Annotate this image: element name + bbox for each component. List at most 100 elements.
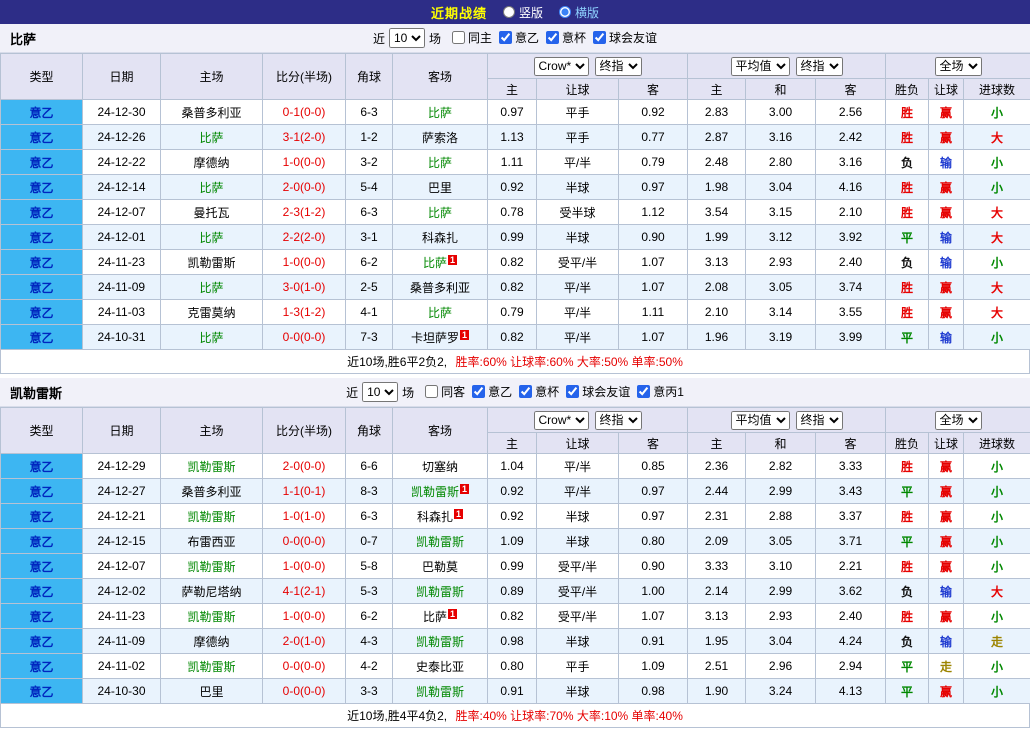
match-row: 意乙24-11-23凯勒雷斯1-0(0-0)6-2比萨10.82受平/半1.07…	[1, 250, 1030, 275]
filter-checkbox-input[interactable]	[566, 385, 579, 398]
handicap-stage-select[interactable]: 终指	[595, 411, 642, 430]
league-cell: 意乙	[1, 225, 83, 250]
fulltime-select[interactable]: 全场	[935, 57, 982, 76]
europe-stage-select[interactable]: 终指	[796, 57, 843, 76]
avg-away-odds: 3.62	[816, 579, 886, 604]
handicap-home-odds: 0.99	[488, 554, 537, 579]
avg-draw-odds: 3.15	[746, 200, 816, 225]
filter-checkbox[interactable]: 球会友谊	[566, 383, 630, 400]
team-name: 凯勒雷斯	[187, 256, 235, 270]
result-goals: 小	[964, 479, 1030, 504]
recent-count-select[interactable]: 10	[389, 28, 425, 48]
team-name: 摩德纳	[193, 635, 229, 649]
date-cell: 24-12-07	[83, 200, 161, 225]
result-goals: 大	[964, 275, 1030, 300]
handicap-stage-select[interactable]: 终指	[595, 57, 642, 76]
avg-away-odds: 2.56	[816, 100, 886, 125]
date-cell: 24-12-14	[83, 175, 161, 200]
average-select[interactable]: 平均值	[731, 411, 790, 430]
layout-radio-horizontal[interactable]: 横版	[559, 4, 599, 21]
result-outcome: 平	[886, 654, 929, 679]
league-cell: 意乙	[1, 125, 83, 150]
summary-bar: 近10场,胜4平4负2, 胜率:40% 让球率:70% 大率:10% 单率:40…	[0, 704, 1030, 728]
corners-cell: 6-3	[346, 200, 393, 225]
filter-checkbox-label: 意乙	[515, 29, 539, 46]
match-row: 意乙24-12-27桑普多利亚1-1(0-1)8-3凯勒雷斯10.92平/半0.…	[1, 479, 1030, 504]
score-cell: 3-0(1-0)	[263, 275, 346, 300]
avg-home-odds: 3.13	[688, 604, 746, 629]
recent-count-select[interactable]: 10	[362, 382, 398, 402]
filter-checkbox[interactable]: 同主	[452, 29, 492, 46]
league-cell: 意乙	[1, 654, 83, 679]
red-card-badge: 1	[460, 330, 469, 340]
team-name: 切塞纳	[422, 460, 458, 474]
near-label: 近	[346, 384, 358, 401]
filter-checkbox-input[interactable]	[546, 31, 559, 44]
home-team-cell: 比萨	[161, 325, 263, 350]
filter-checkbox-input[interactable]	[637, 385, 650, 398]
team-name: 摩德纳	[193, 156, 229, 170]
handicap-line: 平/半	[537, 150, 619, 175]
filter-checkbox[interactable]: 意乙	[472, 383, 512, 400]
filter-checkbox[interactable]: 意丙1	[637, 383, 684, 400]
team-name: 曼托瓦	[193, 206, 229, 220]
average-select[interactable]: 平均值	[731, 57, 790, 76]
layout-radio-vertical[interactable]: 竖版	[503, 4, 543, 21]
result-outcome: 平	[886, 679, 929, 704]
handicap-home-odds: 0.82	[488, 275, 537, 300]
games-label: 场	[402, 384, 414, 401]
date-cell: 24-11-02	[83, 654, 161, 679]
layout-radio-horizontal-input[interactable]	[559, 6, 571, 18]
away-team-cell: 比萨1	[393, 250, 488, 275]
home-team-cell: 克雷莫纳	[161, 300, 263, 325]
handicap-home-odds: 1.13	[488, 125, 537, 150]
team-name: 科森扎	[417, 510, 453, 524]
team-name: 比萨	[423, 610, 447, 624]
league-cell: 意乙	[1, 679, 83, 704]
handicap-home-odds: 0.99	[488, 225, 537, 250]
avg-home-odds: 2.44	[688, 479, 746, 504]
filter-checkbox[interactable]: 球会友谊	[593, 29, 657, 46]
result-handicap: 走	[929, 654, 964, 679]
handicap-home-odds: 0.82	[488, 604, 537, 629]
filter-checkbox[interactable]: 意杯	[546, 29, 586, 46]
europe-stage-select[interactable]: 终指	[796, 411, 843, 430]
col-corners: 角球	[346, 54, 393, 100]
filter-checkbox-label: 球会友谊	[609, 29, 657, 46]
avg-draw-odds: 2.96	[746, 654, 816, 679]
score-cell: 1-1(0-1)	[263, 479, 346, 504]
filter-checkbox-input[interactable]	[472, 385, 485, 398]
avg-draw-odds: 3.14	[746, 300, 816, 325]
avg-draw-odds: 3.16	[746, 125, 816, 150]
bookmaker-select[interactable]: Crow*	[534, 411, 589, 430]
avg-home-odds: 1.96	[688, 325, 746, 350]
summary-stats: 胜率:60% 让球率:60% 大率:50% 单率:50%	[455, 355, 682, 369]
games-label: 场	[429, 30, 441, 47]
filter-checkbox-input[interactable]	[452, 31, 465, 44]
team-name: 萨索洛	[422, 131, 458, 145]
filter-checkbox-input[interactable]	[519, 385, 532, 398]
team-name: 比萨	[428, 106, 452, 120]
filter-checkbox[interactable]: 意杯	[519, 383, 559, 400]
home-team-cell: 凯勒雷斯	[161, 654, 263, 679]
score-cell: 2-0(0-0)	[263, 454, 346, 479]
corners-cell: 5-8	[346, 554, 393, 579]
layout-radio-vertical-input[interactable]	[503, 6, 515, 18]
fulltime-select[interactable]: 全场	[935, 411, 982, 430]
date-cell: 24-12-22	[83, 150, 161, 175]
bookmaker-select[interactable]: Crow*	[534, 57, 589, 76]
filter-checkbox[interactable]: 意乙	[499, 29, 539, 46]
avg-home-odds: 2.36	[688, 454, 746, 479]
handicap-away-odds: 0.90	[619, 554, 688, 579]
home-team-cell: 凯勒雷斯	[161, 554, 263, 579]
avg-draw-odds: 2.80	[746, 150, 816, 175]
handicap-line: 受平/半	[537, 250, 619, 275]
avg-home-odds: 1.95	[688, 629, 746, 654]
filter-checkbox-input[interactable]	[593, 31, 606, 44]
handicap-home-odds: 0.92	[488, 504, 537, 529]
filter-checkbox-input[interactable]	[425, 385, 438, 398]
filter-checkbox-input[interactable]	[499, 31, 512, 44]
team-name: 比萨	[199, 281, 223, 295]
filter-checkbox[interactable]: 同客	[425, 383, 465, 400]
result-handicap: 赢	[929, 604, 964, 629]
